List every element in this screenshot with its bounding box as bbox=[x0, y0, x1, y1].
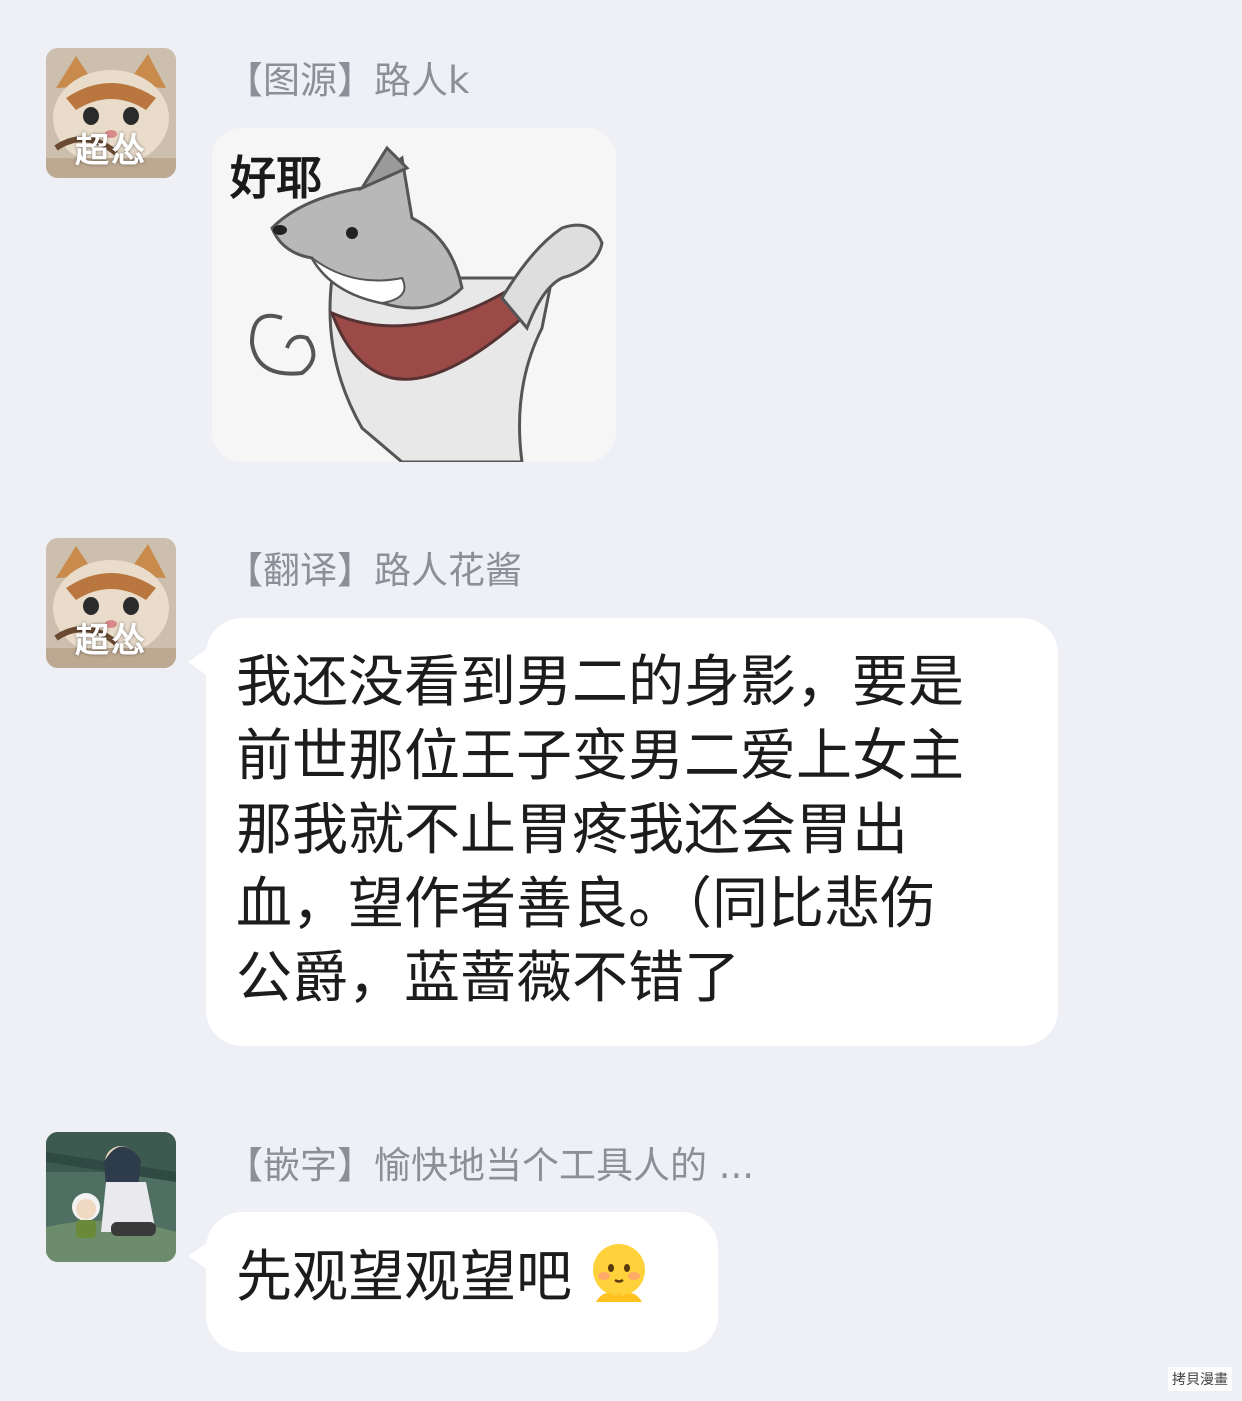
message-line: 公爵，蓝蔷薇不错了 bbox=[236, 946, 740, 1011]
message-text: 先观望观望吧 bbox=[236, 1245, 572, 1310]
message-bubble[interactable]: 我还没看到男二的身影，要是 前世那位王子变男二爱上女主 那我就不止胃疼我还会胃出… bbox=[188, 618, 1058, 1046]
sticker-caption: 好耶 bbox=[230, 151, 322, 205]
sender-name: 【图源】路人k bbox=[226, 59, 470, 102]
watermark: 拷貝漫畫 bbox=[1168, 1367, 1232, 1391]
avatar-cat[interactable]: 超怂 bbox=[46, 538, 176, 668]
avatar-cat[interactable]: 超怂 bbox=[46, 48, 176, 178]
avatar-anime[interactable] bbox=[46, 1132, 176, 1262]
bubble-tail bbox=[188, 1242, 208, 1270]
shy-smile-emoji-icon bbox=[593, 1244, 645, 1302]
message-bubble[interactable]: 先观望观望吧 bbox=[188, 1212, 718, 1352]
sender-name: 【嵌字】愉快地当个工具人的 ... bbox=[226, 1144, 755, 1187]
message-line: 那我就不止胃疼我还会胃出 bbox=[236, 798, 908, 863]
avatar-label: 超怂 bbox=[75, 621, 147, 661]
message-line: 先观望观望吧 bbox=[236, 1240, 688, 1315]
message-line: 前世那位王子变男二爱上女主 bbox=[236, 724, 964, 789]
bubble-tail bbox=[188, 648, 208, 676]
message-line: 我还没看到男二的身影，要是 bbox=[236, 650, 964, 715]
message-line: 血，望作者善良。（同比悲伤 bbox=[236, 872, 936, 937]
sender-name: 【翻译】路人花酱 bbox=[226, 549, 522, 592]
anime-characters-avatar-icon bbox=[46, 1132, 176, 1262]
sticker-message[interactable]: 好耶 bbox=[212, 128, 616, 462]
avatar-label: 超怂 bbox=[75, 131, 147, 171]
